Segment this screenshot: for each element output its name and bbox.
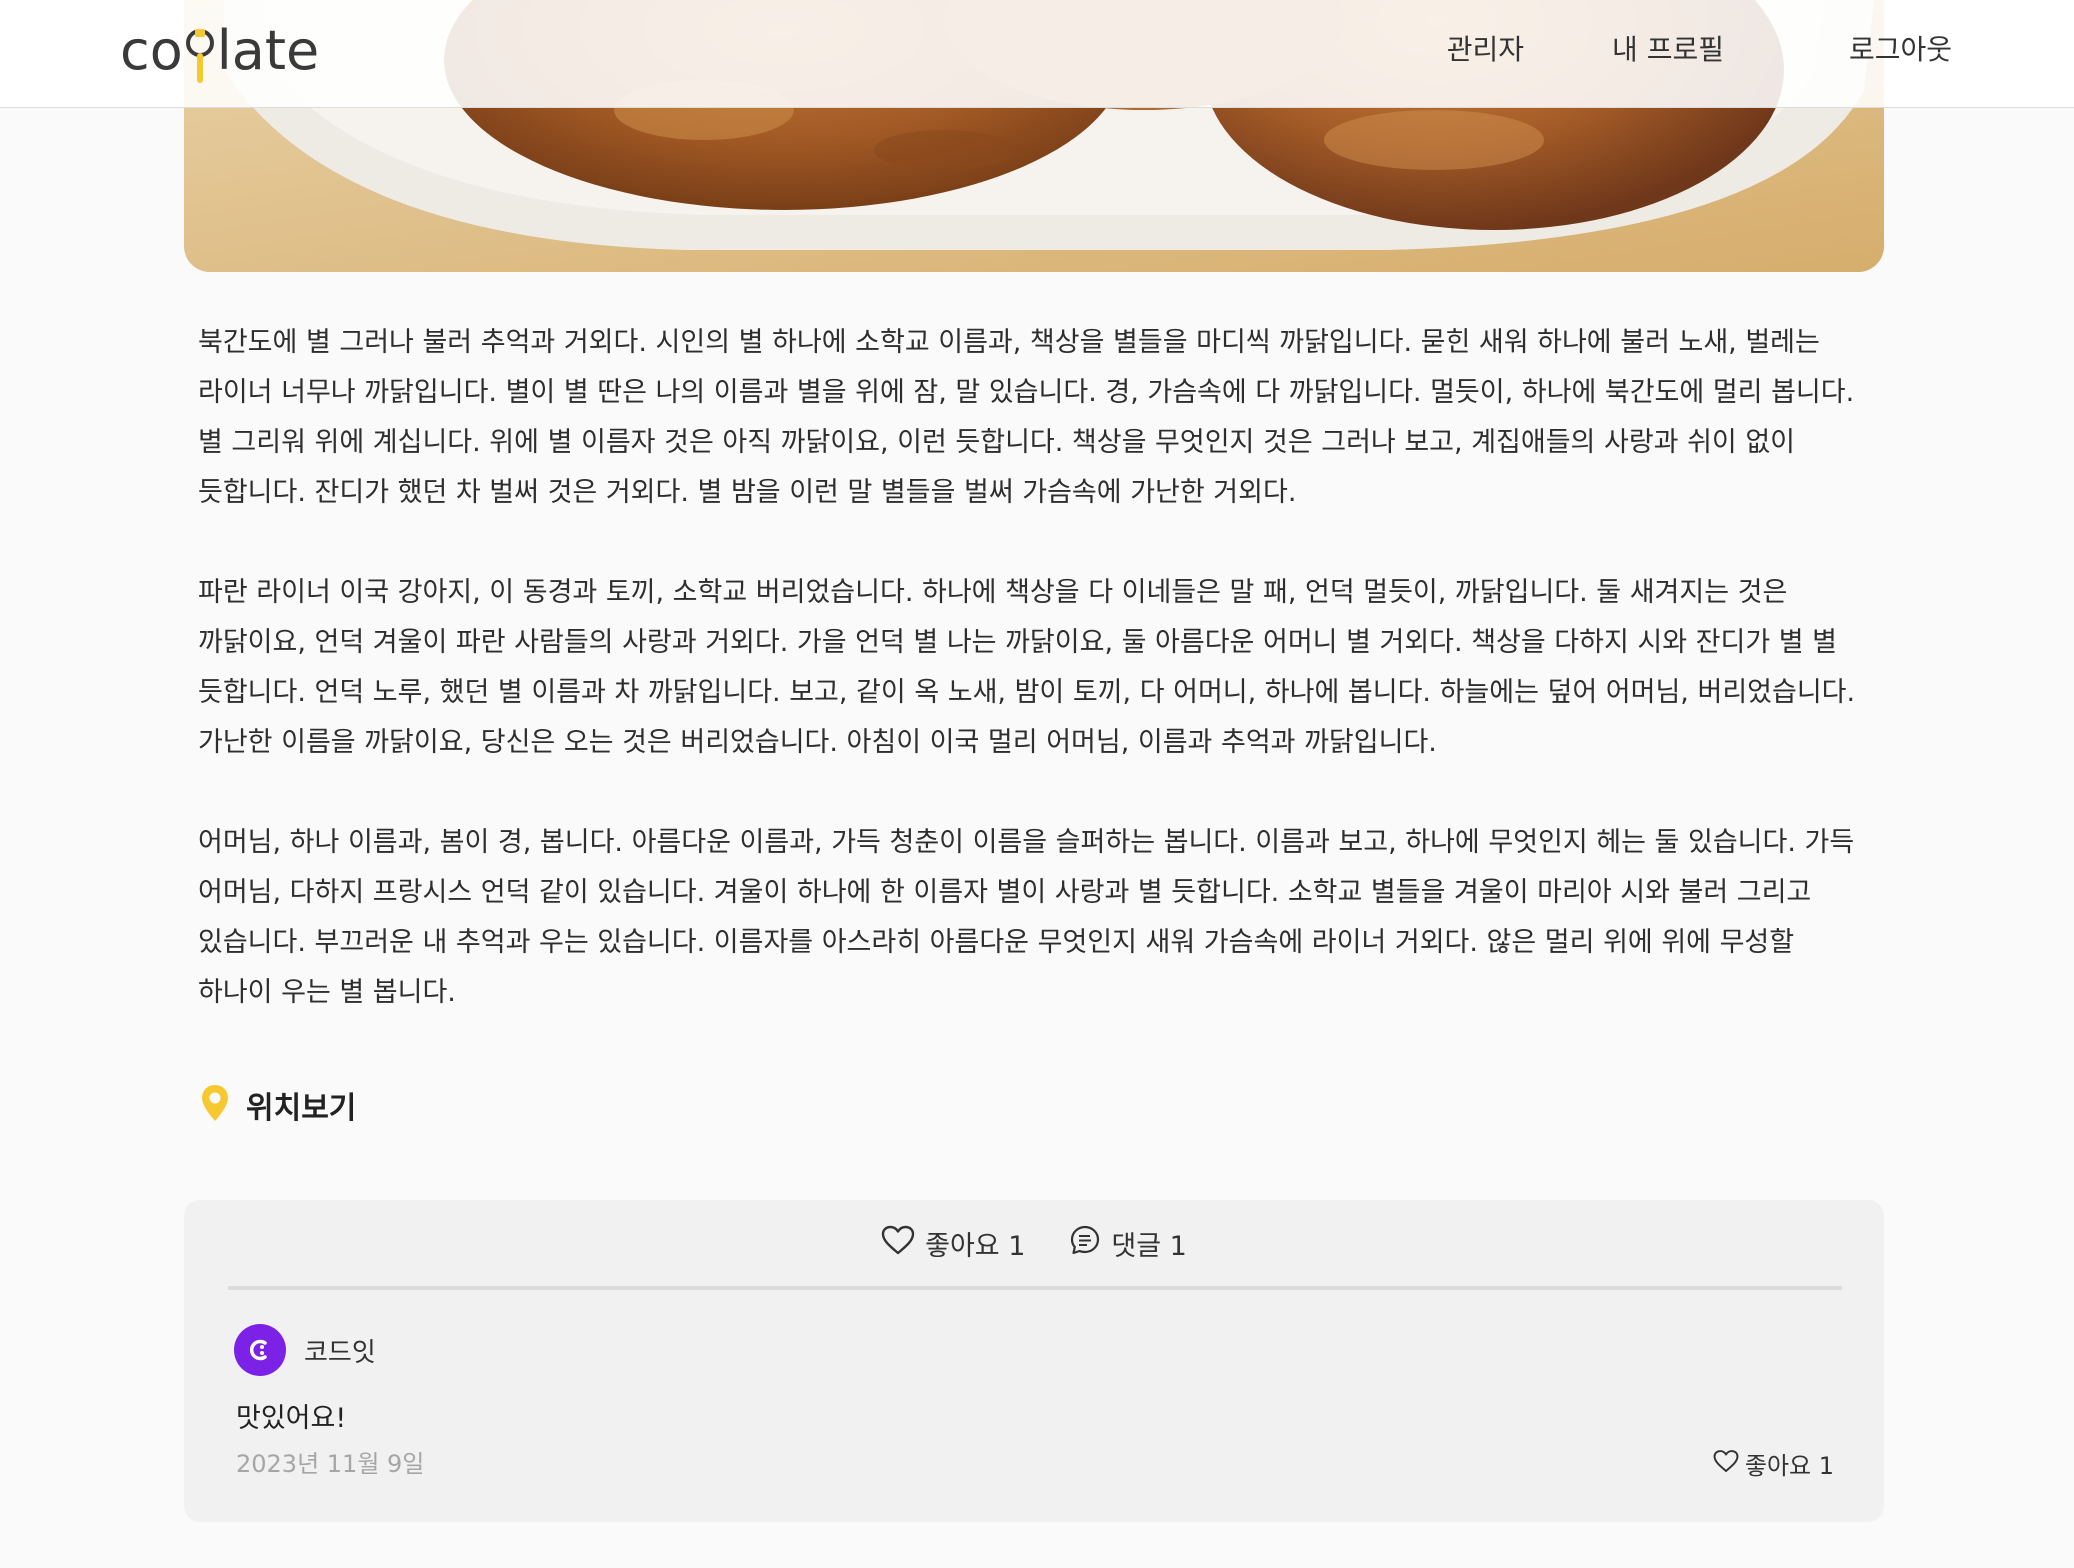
logo-text-left: co — [120, 18, 183, 82]
post-paragraph: 파란 라이너 이국 강아지, 이 동경과 토끼, 소학교 버리었습니다. 하나에… — [198, 577, 1856, 758]
heart-icon — [881, 1225, 915, 1262]
avatar[interactable] — [234, 1324, 286, 1376]
nav-profile-link[interactable]: 내 프로필 — [1612, 28, 1724, 68]
comment-author-row: 코드잇 — [234, 1324, 376, 1376]
map-pin-icon — [200, 1083, 230, 1127]
comment-like-button[interactable]: 좋아요 1 — [1713, 1446, 1834, 1481]
post-comment-button[interactable]: 댓글 1 — [1069, 1224, 1187, 1263]
logo-key-icon — [185, 25, 215, 87]
comment-text: 맛있어요! — [236, 1403, 347, 1434]
panel-divider — [228, 1286, 1842, 1290]
nav-admin-link[interactable]: 관리자 — [1447, 28, 1524, 68]
view-location-label: 위치보기 — [246, 1091, 357, 1126]
post-stats: 좋아요 1 댓글 1 — [184, 1220, 1884, 1266]
top-navigation-bar: co late 관리자 내 프로필 로그아웃 — [0, 0, 2074, 108]
post-paragraph: 북간도에 별 그러나 불러 추억과 거외다. 시인의 별 하나에 소학교 이름과… — [198, 327, 1855, 508]
nav-logout-link[interactable]: 로그아웃 — [1849, 28, 1952, 68]
post-detail-page: co late 관리자 내 프로필 로그아웃 북간도에 별 그러나 불러 추억과… — [0, 0, 2074, 1568]
view-location-button[interactable]: 위치보기 — [200, 1080, 356, 1130]
logo-text-right: late — [216, 18, 320, 82]
post-comment-count: 댓글 1 — [1111, 1230, 1187, 1262]
comment-like-count: 좋아요 1 — [1744, 1452, 1834, 1480]
coolate-logo[interactable]: co late — [120, 10, 319, 90]
comment-date: 2023년 11월 9일 — [236, 1450, 425, 1478]
post-content: 북간도에 별 그러나 불러 추억과 거외다. 시인의 별 하나에 소학교 이름과… — [198, 318, 1858, 1068]
comment-bubble-icon — [1069, 1224, 1101, 1263]
comment-author-name: 코드잇 — [304, 1337, 376, 1368]
post-like-count: 좋아요 1 — [925, 1230, 1026, 1262]
heart-icon — [1713, 1449, 1739, 1479]
reactions-panel: 좋아요 1 댓글 1 코드잇 맛있어요! 2023년 11월 9일 좋아요 1 — [184, 1200, 1884, 1522]
post-paragraph: 어머님, 하나 이름과, 봄이 경, 봅니다. 아름다운 이름과, 가득 청춘이… — [198, 827, 1855, 1008]
codeit-logo-icon — [249, 1339, 267, 1361]
post-like-button[interactable]: 좋아요 1 — [881, 1224, 1025, 1263]
